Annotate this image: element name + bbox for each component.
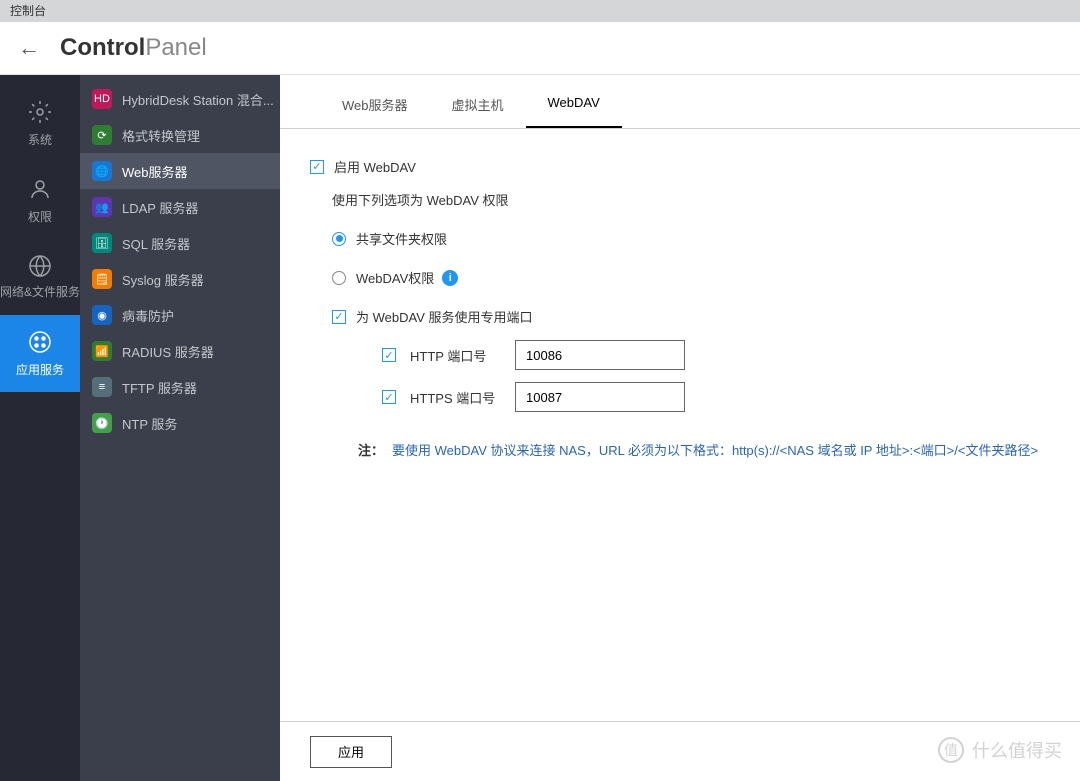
sidebar-item-transcode[interactable]: ⟳ 格式转换管理 bbox=[80, 117, 280, 153]
sidebar-item-webserver[interactable]: 🌐 Web服务器 bbox=[80, 153, 280, 189]
sidebar-item-hybriddesk[interactable]: HD HybridDesk Station 混合... bbox=[80, 81, 280, 117]
gear-icon bbox=[27, 99, 53, 125]
sidebar-item-label: LDAP 服务器 bbox=[122, 198, 198, 217]
watermark-text: 什么值得买 bbox=[972, 737, 1062, 763]
label-http-port: HTTP 端口号 bbox=[410, 346, 515, 365]
syslog-icon: 🗒 bbox=[92, 269, 112, 289]
info-icon[interactable]: i bbox=[442, 270, 458, 286]
sidebar-item-sql[interactable]: 🗄 SQL 服务器 bbox=[80, 225, 280, 261]
sidebar-item-syslog[interactable]: 🗒 Syslog 服务器 bbox=[80, 261, 280, 297]
webserver-icon: 🌐 bbox=[92, 161, 112, 181]
sidebar-item-label: NTP 服务 bbox=[122, 414, 177, 433]
sidebar-item-label: TFTP 服务器 bbox=[122, 378, 197, 397]
label-permission-text: 使用下列选项为 WebDAV 权限 bbox=[332, 190, 508, 209]
nav-rail: 系统 权限 网络&文件服务 应用服务 bbox=[0, 75, 80, 781]
label-dedicated-port: 为 WebDAV 服务使用专用端口 bbox=[356, 307, 532, 326]
antivirus-icon: ◉ bbox=[92, 305, 112, 325]
watermark-badge-icon: 值 bbox=[938, 737, 964, 763]
label-https-port: HTTPS 端口号 bbox=[410, 388, 515, 407]
nav-rail-apps[interactable]: 应用服务 bbox=[0, 315, 80, 392]
row-radio-webdav: WebDAV权限 i bbox=[332, 268, 1050, 287]
sidebar: HD HybridDesk Station 混合... ⟳ 格式转换管理 🌐 Web服… bbox=[80, 75, 280, 781]
sidebar-item-ntp[interactable]: 🕐 NTP 服务 bbox=[80, 405, 280, 441]
radio-share-permission[interactable] bbox=[332, 232, 346, 246]
window-title: 控制台 bbox=[10, 4, 46, 18]
label-enable-webdav: 启用 WebDAV bbox=[334, 157, 416, 176]
sidebar-item-label: Syslog 服务器 bbox=[122, 270, 204, 289]
window-titlebar: 控制台 bbox=[0, 0, 1080, 22]
page-title: ControlPanel bbox=[60, 34, 207, 62]
label-radio-share: 共享文件夹权限 bbox=[356, 229, 447, 248]
sidebar-item-tftp[interactable]: ≡ TFTP 服务器 bbox=[80, 369, 280, 405]
apply-button[interactable]: 应用 bbox=[310, 736, 392, 768]
row-http-port: HTTP 端口号 bbox=[382, 340, 1050, 370]
nav-rail-permission[interactable]: 权限 bbox=[0, 162, 80, 239]
user-icon bbox=[27, 176, 53, 202]
ldap-icon: 👥 bbox=[92, 197, 112, 217]
row-dedicated-port: 为 WebDAV 服务使用专用端口 bbox=[332, 307, 1050, 326]
back-arrow-icon[interactable]: ← bbox=[18, 35, 40, 61]
sidebar-item-label: Web服务器 bbox=[122, 162, 188, 181]
nav-rail-label: 权限 bbox=[28, 208, 52, 225]
tftp-icon: ≡ bbox=[92, 377, 112, 397]
input-https-port[interactable] bbox=[515, 382, 685, 412]
checkbox-http-port[interactable] bbox=[382, 348, 396, 362]
row-https-port: HTTPS 端口号 bbox=[382, 382, 1050, 412]
sidebar-item-radius[interactable]: 📶 RADIUS 服务器 bbox=[80, 333, 280, 369]
nav-rail-network[interactable]: 网络&文件服务 bbox=[0, 239, 80, 315]
note-label: 注： bbox=[358, 443, 384, 458]
checkbox-enable-webdav[interactable] bbox=[310, 160, 324, 174]
sidebar-item-antivirus[interactable]: ◉ 病毒防护 bbox=[80, 297, 280, 333]
nav-rail-system[interactable]: 系统 bbox=[0, 85, 80, 162]
watermark: 值 什么值得买 bbox=[938, 737, 1062, 763]
sql-icon: 🗄 bbox=[92, 233, 112, 253]
ntp-icon: 🕐 bbox=[92, 413, 112, 433]
nav-rail-label: 应用服务 bbox=[16, 361, 64, 378]
tab-virtualhost[interactable]: 虚拟主机 bbox=[430, 83, 526, 128]
tab-webserver[interactable]: Web服务器 bbox=[320, 83, 430, 128]
sidebar-item-label: HybridDesk Station 混合... bbox=[122, 90, 274, 109]
app-header: ← ControlPanel bbox=[0, 22, 1080, 75]
input-http-port[interactable] bbox=[515, 340, 685, 370]
row-radio-share: 共享文件夹权限 bbox=[332, 229, 1050, 248]
hybriddesk-icon: HD bbox=[92, 89, 112, 109]
globe-icon bbox=[27, 253, 53, 279]
tab-webdav[interactable]: WebDAV bbox=[526, 83, 622, 128]
transcode-icon: ⟳ bbox=[92, 125, 112, 145]
label-radio-webdav: WebDAV权限 bbox=[356, 268, 434, 287]
form-content: 启用 WebDAV 使用下列选项为 WebDAV 权限 共享文件夹权限 WebD… bbox=[280, 129, 1080, 721]
sidebar-item-label: 病毒防护 bbox=[122, 306, 174, 325]
sidebar-item-label: SQL 服务器 bbox=[122, 234, 190, 253]
sidebar-item-label: 格式转换管理 bbox=[122, 126, 200, 145]
radius-icon: 📶 bbox=[92, 341, 112, 361]
apps-icon bbox=[27, 329, 53, 355]
radio-webdav-permission[interactable] bbox=[332, 271, 346, 285]
row-enable-webdav: 启用 WebDAV bbox=[310, 157, 1050, 176]
tabs: Web服务器 虚拟主机 WebDAV bbox=[280, 83, 1080, 129]
row-permission-text: 使用下列选项为 WebDAV 权限 bbox=[332, 190, 1050, 209]
sidebar-item-label: RADIUS 服务器 bbox=[122, 342, 214, 361]
checkbox-dedicated-port[interactable] bbox=[332, 310, 346, 324]
main-panel: Web服务器 虚拟主机 WebDAV 启用 WebDAV 使用下列选项为 Web… bbox=[280, 75, 1080, 781]
sidebar-item-ldap[interactable]: 👥 LDAP 服务器 bbox=[80, 189, 280, 225]
note: 注： 要使用 WebDAV 协议来连接 NAS，URL 必须为以下格式：http(… bbox=[358, 440, 1050, 459]
note-text: 要使用 WebDAV 协议来连接 NAS，URL 必须为以下格式：http(s)… bbox=[392, 443, 1038, 458]
checkbox-https-port[interactable] bbox=[382, 390, 396, 404]
nav-rail-label: 网络&文件服务 bbox=[0, 285, 80, 301]
nav-rail-label: 系统 bbox=[28, 131, 52, 148]
